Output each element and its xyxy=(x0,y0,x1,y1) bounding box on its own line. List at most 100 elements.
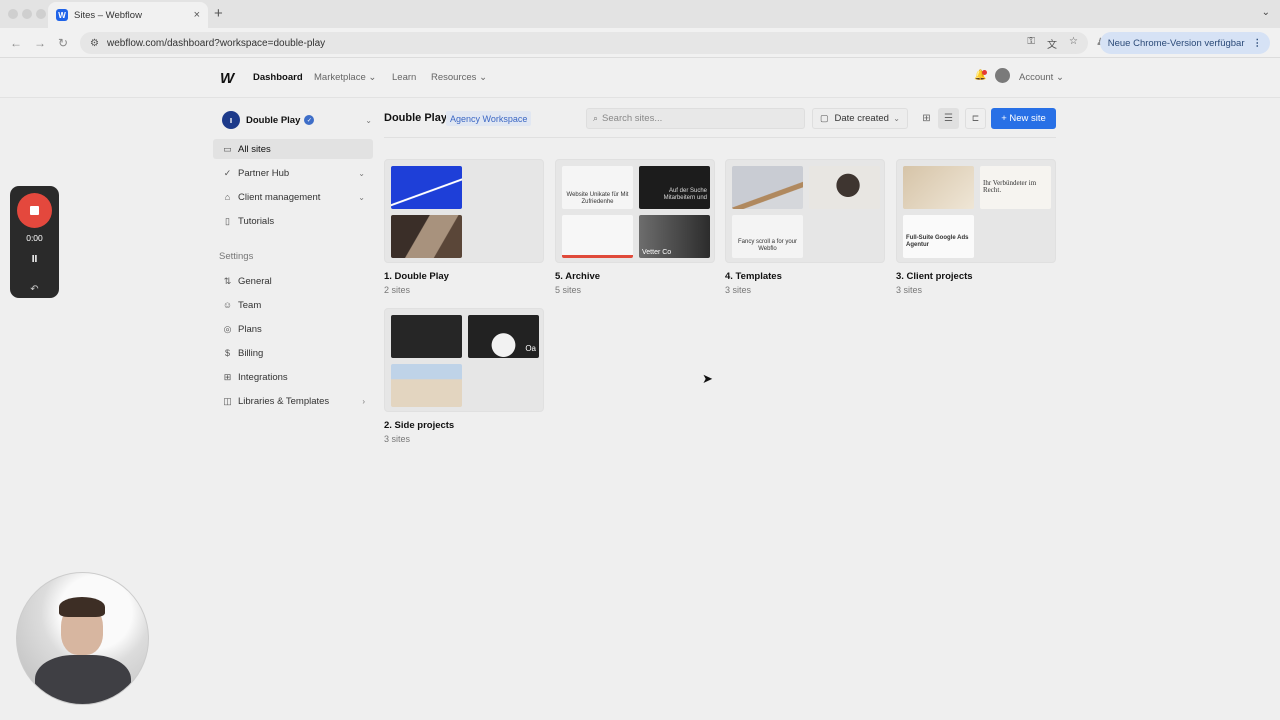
folder-thumbnails[interactable]: Fancy scroll a for your Webflo xyxy=(725,159,885,263)
restart-icon[interactable]: ↶ xyxy=(10,284,59,295)
site-thumbnail xyxy=(562,215,633,258)
search-sites[interactable]: ⌕ xyxy=(586,108,805,129)
nav-learn[interactable]: Learn xyxy=(392,72,416,83)
sidebar-item-billing[interactable]: $ Billing xyxy=(213,343,373,363)
folder-thumbnails[interactable]: Website Unikate für Mit Zufriedenhe Auf … xyxy=(555,159,715,263)
site-thumbnail: Website Unikate für Mit Zufriedenhe xyxy=(562,166,633,209)
dollar-icon: $ xyxy=(224,348,230,358)
webcam-overlay[interactable] xyxy=(16,572,149,705)
workspace-name: Double Play xyxy=(246,114,301,126)
briefcase-icon: ⌂ xyxy=(224,192,231,202)
webcam-person-hair xyxy=(59,597,105,617)
browser-tab-bar: W Sites – Webflow × + ⌄ xyxy=(0,0,1280,28)
translate-icon[interactable]: 文 xyxy=(1047,36,1057,51)
stop-recording-button[interactable] xyxy=(17,193,52,228)
folder-name[interactable]: 3. Client projects xyxy=(896,271,973,282)
folder-card-double-play[interactable]: 1. Double Play 2 sites xyxy=(384,159,544,295)
calendar-icon: ▢ xyxy=(820,113,829,123)
webflow-logo-icon[interactable]: W xyxy=(220,70,234,87)
list-view-button[interactable]: ☰ xyxy=(938,108,959,129)
verified-badge-icon: ✓ xyxy=(304,115,315,125)
forward-arrow-icon[interactable]: → xyxy=(34,36,46,50)
folder-icon: ▭ xyxy=(223,143,232,154)
sidebar-item-label: General xyxy=(238,275,272,287)
folder-card-side-projects[interactable]: Oa 2. Side projects 3 sites xyxy=(384,308,544,444)
window-zoom-dot[interactable] xyxy=(36,9,46,19)
sidebar-item-all-sites[interactable]: ▭ All sites xyxy=(213,139,373,159)
key-icon[interactable]: ⚿ xyxy=(1027,36,1035,51)
workspace-switcher[interactable]: ı Double Play ✓ ⌄ xyxy=(222,110,372,130)
sliders-icon: ⇅ xyxy=(223,275,232,286)
sidebar-item-general[interactable]: ⇅ General xyxy=(213,271,373,291)
nav-dashboard[interactable]: Dashboard xyxy=(253,72,303,83)
sidebar-item-plans[interactable]: ◎ Plans xyxy=(213,319,373,339)
folder-name[interactable]: 4. Templates xyxy=(725,271,782,282)
tab-close-icon[interactable]: × xyxy=(194,9,200,21)
sidebar-item-integrations[interactable]: ⊞ Integrations xyxy=(213,367,373,387)
browser-tab-active[interactable]: W Sites – Webflow × xyxy=(48,2,208,28)
chevron-right-icon: › xyxy=(362,396,365,406)
site-thumbnail xyxy=(809,166,880,209)
sidebar-item-label: Team xyxy=(238,299,262,311)
back-arrow-icon[interactable]: ← xyxy=(10,36,22,50)
search-input[interactable] xyxy=(602,113,793,124)
site-thumbnail xyxy=(391,215,462,258)
nav-resources-label: Resources xyxy=(431,72,477,83)
pause-icon[interactable]: II xyxy=(10,254,59,265)
account-menu[interactable]: Account ⌄ xyxy=(1019,72,1064,83)
sort-label: Date created xyxy=(834,113,889,124)
folder-thumbnails[interactable] xyxy=(384,159,544,263)
workspace-logo: ı xyxy=(222,111,240,129)
folder-card-client-projects[interactable]: Ihr Verbündeter im Recht. Full-Suite Goo… xyxy=(896,159,1056,295)
folder-name[interactable]: 2. Side projects xyxy=(384,420,454,431)
tab-list-chevron-icon[interactable]: ⌄ xyxy=(1262,7,1270,18)
sidebar-item-partner-hub[interactable]: ✓ Partner Hub ⌄ xyxy=(213,163,373,183)
update-label: Neue Chrome-Version verfügbar xyxy=(1107,37,1245,49)
folder-site-count: 3 sites xyxy=(384,434,411,444)
folder-thumbnails[interactable]: Oa xyxy=(384,308,544,412)
grid-icon: ⊞ xyxy=(922,113,931,124)
grid-icon: ⊞ xyxy=(223,371,232,382)
sidebar-item-libraries-templates[interactable]: ◫ Libraries & Templates › xyxy=(213,391,373,411)
new-site-button[interactable]: + New site xyxy=(991,108,1056,129)
address-bar[interactable]: ⚙ webflow.com/dashboard?workspace=double… xyxy=(80,32,1088,54)
workspace-type-badge: Agency Workspace xyxy=(446,111,532,126)
sidebar-item-tutorials[interactable]: ▯ Tutorials xyxy=(213,211,373,231)
folder-plus-icon: ⊏ xyxy=(971,113,980,123)
site-settings-icon[interactable]: ⚙ xyxy=(90,38,99,49)
webcam-person-body xyxy=(35,655,131,704)
site-thumbnail: Full-Suite Google Ads Agentur xyxy=(903,215,974,258)
site-thumbnail xyxy=(903,166,974,209)
window-minimize-dot[interactable] xyxy=(22,9,32,19)
url-text: webflow.com/dashboard?workspace=double-p… xyxy=(106,37,326,49)
sidebar-item-client-management[interactable]: ⌂ Client management ⌄ xyxy=(213,187,373,207)
folder-card-archive[interactable]: Website Unikate für Mit Zufriedenhe Auf … xyxy=(555,159,715,295)
sidebar-item-team[interactable]: ☺ Team xyxy=(213,295,373,315)
user-avatar[interactable] xyxy=(995,68,1010,83)
site-thumbnail: Ihr Verbündeter im Recht. xyxy=(980,166,1051,209)
sidebar-item-label: Plans xyxy=(238,323,262,335)
folder-name[interactable]: 1. Double Play xyxy=(384,271,449,282)
folder-thumbnails[interactable]: Ihr Verbündeter im Recht. Full-Suite Goo… xyxy=(896,159,1056,263)
site-thumbnail xyxy=(391,364,462,407)
folder-name[interactable]: 5. Archive xyxy=(555,271,600,282)
recording-timer: 0:00 xyxy=(26,233,43,243)
chrome-update-button[interactable]: Neue Chrome-Version verfügbar ⋮ xyxy=(1099,32,1270,54)
folder-card-templates[interactable]: Fancy scroll a for your Webflo 4. Templa… xyxy=(725,159,885,295)
grid-view-button[interactable]: ⊞ xyxy=(916,108,937,129)
chevron-down-icon: ⌄ xyxy=(358,192,365,202)
window-close-dot[interactable] xyxy=(8,9,18,19)
new-tab-button[interactable]: + xyxy=(214,5,223,22)
bookmark-star-icon[interactable]: ☆ xyxy=(1069,36,1078,51)
page-title: Double Play xyxy=(384,112,447,124)
folder-site-count: 3 sites xyxy=(725,285,752,295)
browser-menu-icon[interactable]: ⋮ xyxy=(1253,38,1263,49)
nav-marketplace[interactable]: Marketplace ⌄ xyxy=(314,72,376,83)
nav-resources[interactable]: Resources ⌄ xyxy=(431,72,487,83)
badge-check-icon: ✓ xyxy=(223,167,232,178)
reload-icon[interactable]: ↻ xyxy=(58,36,68,50)
new-folder-button[interactable]: ⊏ xyxy=(965,108,986,129)
sidebar-item-label: All sites xyxy=(238,143,271,155)
sort-dropdown[interactable]: ▢ Date created ⌄ xyxy=(812,108,908,129)
library-icon: ◫ xyxy=(223,395,232,406)
